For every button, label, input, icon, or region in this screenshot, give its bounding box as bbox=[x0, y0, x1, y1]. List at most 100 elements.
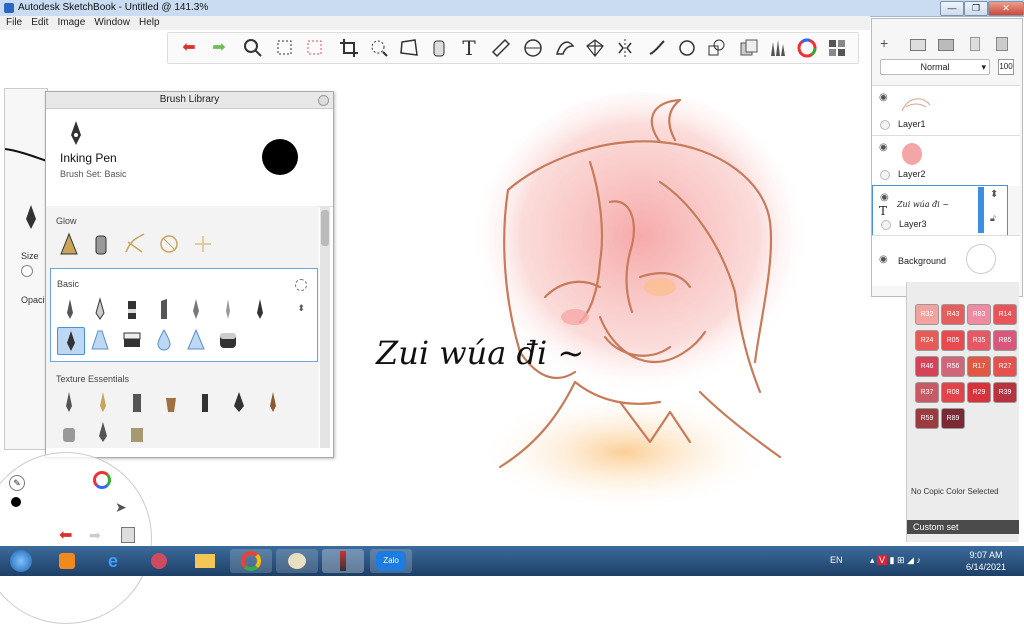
redo-icon[interactable]: ➡ bbox=[208, 37, 230, 59]
brush-library-header[interactable]: Brush Library bbox=[46, 92, 333, 109]
transform-icon[interactable] bbox=[368, 37, 390, 59]
redo-lagoon-icon[interactable]: ➡ bbox=[89, 527, 101, 544]
layer-lock-icon[interactable]: 🔓︎ bbox=[990, 213, 996, 224]
brush-list-scrollbar[interactable] bbox=[320, 206, 330, 448]
text-tool-icon[interactable]: T bbox=[458, 37, 480, 59]
layer-lock-radio[interactable] bbox=[880, 170, 890, 180]
layer-opacity[interactable]: 100 bbox=[998, 59, 1014, 75]
texture-brush-1-icon[interactable] bbox=[58, 390, 80, 414]
selection-lagoon-icon[interactable]: ➤ bbox=[115, 499, 127, 516]
copic-swatch[interactable]: R85 bbox=[993, 330, 1017, 351]
layer-row-1[interactable]: ◉ Layer1 bbox=[872, 85, 1020, 136]
texture-brush-5-icon[interactable] bbox=[194, 390, 216, 414]
copic-swatch[interactable]: R29 bbox=[967, 382, 991, 403]
texture-brush-7-icon[interactable] bbox=[262, 390, 284, 414]
snipping-tool-icon[interactable] bbox=[138, 549, 180, 573]
copic-swatch[interactable]: R59 bbox=[915, 408, 939, 429]
system-clock[interactable]: 9:07 AM 6/14/2021 bbox=[960, 549, 1012, 573]
close-panel-icon[interactable] bbox=[318, 95, 329, 106]
custom-set-bar[interactable]: Custom set bbox=[907, 520, 1019, 534]
copic-swatch[interactable]: R35 bbox=[967, 330, 991, 351]
copic-swatch[interactable]: R37 bbox=[915, 382, 939, 403]
background-color-swatch[interactable] bbox=[966, 244, 996, 274]
minimize-button[interactable]: — bbox=[940, 1, 964, 16]
ellipse-guide-icon[interactable] bbox=[522, 37, 544, 59]
texture-brush-3-icon[interactable] bbox=[126, 390, 148, 414]
color-lagoon-icon[interactable] bbox=[11, 497, 21, 507]
visibility-eye-icon[interactable]: ◉ bbox=[879, 254, 888, 265]
copy-layer-icon[interactable] bbox=[738, 37, 760, 59]
copic-swatch[interactable]: R89 bbox=[941, 408, 965, 429]
menu-help[interactable]: Help bbox=[139, 16, 160, 30]
copic-swatch[interactable]: R56 bbox=[941, 356, 965, 377]
add-layer-icon[interactable]: + bbox=[880, 35, 888, 51]
zoom-icon[interactable] bbox=[242, 37, 264, 59]
ruler-icon[interactable] bbox=[490, 37, 512, 59]
copic-swatch[interactable]: R05 bbox=[941, 330, 965, 351]
rect-select-icon[interactable] bbox=[274, 37, 296, 59]
stroke-icon[interactable] bbox=[646, 37, 668, 59]
internet-explorer-icon[interactable]: e bbox=[92, 549, 134, 573]
sharpen-icon[interactable] bbox=[185, 327, 207, 351]
layer-lock-radio[interactable] bbox=[881, 220, 891, 230]
paintbrush-icon[interactable] bbox=[217, 297, 239, 321]
texture-brush-9-icon[interactable] bbox=[92, 420, 114, 444]
shape-icon[interactable] bbox=[706, 37, 728, 59]
brushes-icon[interactable] bbox=[766, 37, 788, 59]
texture-brush-10-icon[interactable] bbox=[126, 420, 148, 444]
paint-icon[interactable] bbox=[276, 549, 318, 573]
copic-library-icon[interactable] bbox=[826, 37, 848, 59]
undo-lagoon-icon[interactable]: ⬅ bbox=[59, 525, 72, 545]
copic-swatch[interactable]: R08 bbox=[941, 382, 965, 403]
technical-pen-icon[interactable] bbox=[89, 297, 111, 321]
visibility-eye-icon[interactable]: ◉ bbox=[879, 142, 888, 153]
chisel-brush-icon[interactable] bbox=[153, 297, 175, 321]
hard-eraser-icon[interactable] bbox=[121, 327, 143, 351]
glow-brush-3-icon[interactable] bbox=[124, 232, 146, 256]
scrollbar-thumb[interactable] bbox=[321, 210, 329, 246]
pencil-brush-icon[interactable] bbox=[59, 297, 81, 321]
menu-image[interactable]: Image bbox=[57, 16, 85, 30]
copic-swatch[interactable]: R27 bbox=[993, 356, 1017, 377]
menu-file[interactable]: File bbox=[6, 16, 22, 30]
layer-lagoon-icon[interactable] bbox=[121, 527, 135, 543]
perspective-icon[interactable] bbox=[584, 37, 606, 59]
layer-row-background[interactable]: ◉ Background bbox=[872, 235, 1020, 286]
brush-settings-icon[interactable] bbox=[295, 279, 307, 291]
smear-icon[interactable] bbox=[217, 327, 239, 351]
layer-row-3-selected[interactable]: ◉ T Zui wúa đi ~ Layer3 bbox=[872, 185, 1008, 237]
brush-lagoon-icon[interactable]: ✎ bbox=[9, 475, 25, 491]
size-slider[interactable] bbox=[21, 265, 33, 277]
language-indicator[interactable]: EN bbox=[830, 555, 843, 565]
glow-brush-2-icon[interactable] bbox=[90, 232, 112, 256]
clear-selection-icon[interactable] bbox=[304, 37, 326, 59]
texture-brush-2-icon[interactable] bbox=[92, 390, 114, 414]
menu-window[interactable]: Window bbox=[94, 16, 130, 30]
zalo-taskbar-icon[interactable]: Zalo bbox=[370, 549, 412, 573]
marker-brush-icon[interactable] bbox=[121, 297, 143, 321]
close-button[interactable]: ✕ bbox=[988, 1, 1024, 16]
visibility-eye-icon[interactable]: ◉ bbox=[879, 92, 888, 103]
copic-swatch[interactable]: R32 bbox=[915, 304, 939, 325]
fine-pen-icon[interactable] bbox=[249, 297, 271, 321]
copic-swatch[interactable]: R14 bbox=[993, 304, 1017, 325]
crop-icon[interactable] bbox=[338, 37, 360, 59]
copic-swatch[interactable]: R17 bbox=[967, 356, 991, 377]
color-wheel-icon[interactable] bbox=[93, 471, 111, 489]
chrome-icon[interactable] bbox=[230, 549, 272, 573]
inking-pen-selected[interactable] bbox=[57, 327, 85, 355]
fill-bucket-icon[interactable] bbox=[428, 37, 450, 59]
menu-edit[interactable]: Edit bbox=[31, 16, 48, 30]
reorder-icon[interactable]: ⬍ bbox=[297, 303, 305, 314]
color-wheel-icon[interactable] bbox=[796, 37, 818, 59]
glow-brush-5-icon[interactable] bbox=[192, 232, 214, 256]
start-button[interactable] bbox=[2, 549, 40, 573]
symmetry-icon[interactable] bbox=[614, 37, 636, 59]
file-explorer-icon[interactable] bbox=[184, 549, 226, 573]
blend-mode-dropdown[interactable]: Normal ▾ bbox=[880, 59, 990, 75]
layer-row-2[interactable]: ◉ Layer2 bbox=[872, 135, 1020, 186]
blur-drop-icon[interactable] bbox=[153, 327, 175, 351]
delete-layer-icon[interactable] bbox=[996, 37, 1008, 51]
copic-swatch[interactable]: R24 bbox=[915, 330, 939, 351]
soft-eraser-icon[interactable] bbox=[89, 327, 111, 351]
